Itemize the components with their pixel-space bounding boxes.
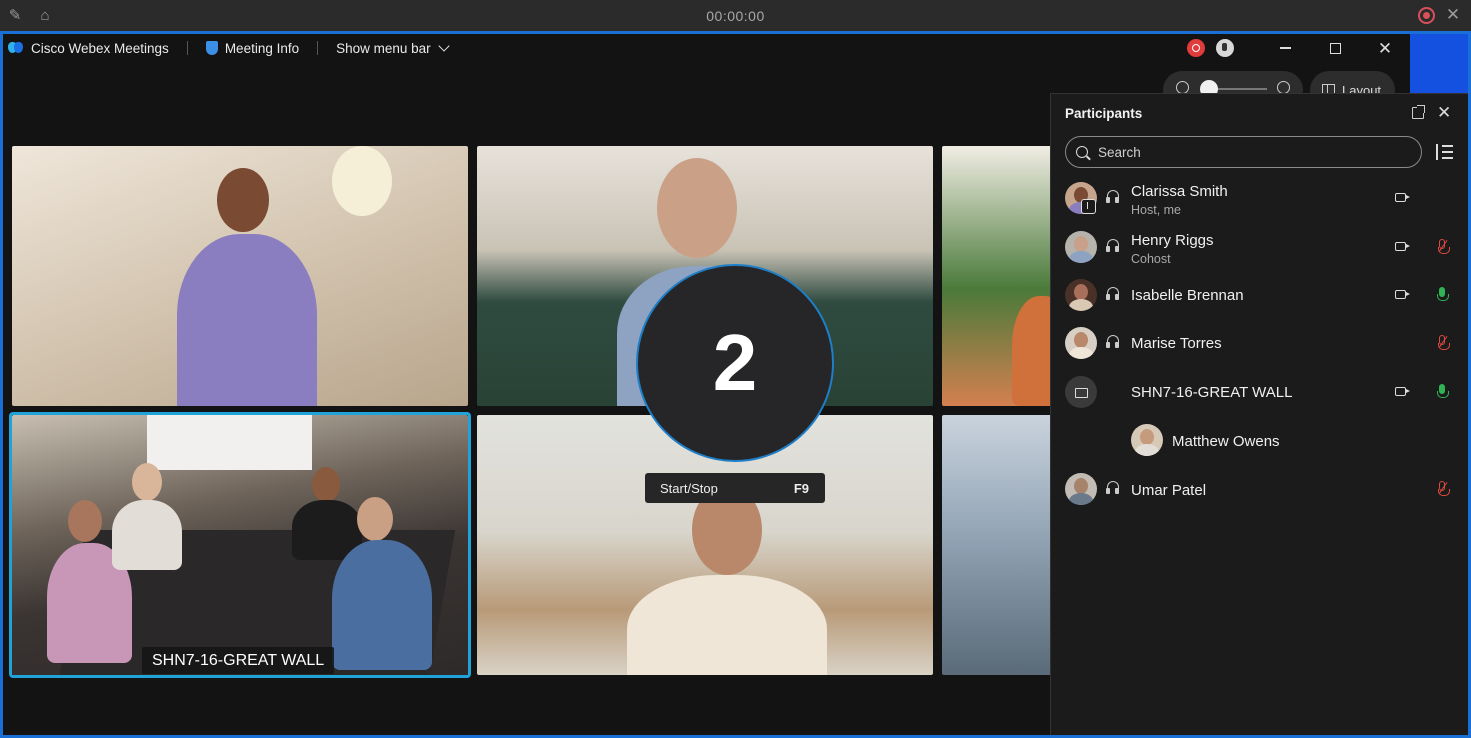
recorder-toolbar: ✎ ⌂ 00:00:00 ✕ [0, 0, 1471, 32]
recording-timer: 00:00:00 [706, 8, 765, 24]
camera-icon [1395, 242, 1410, 251]
participant-role: Cohost [1131, 252, 1171, 266]
participant-name: SHN7-16-GREAT WALL [1131, 384, 1293, 401]
avatar [1065, 473, 1097, 505]
tooltip-label: Start/Stop [660, 480, 718, 496]
sort-icon[interactable] [1435, 144, 1453, 160]
participant-body [177, 234, 317, 406]
participant-row[interactable]: Henry Riggs Cohost [1051, 224, 1469, 270]
participant-name: Umar Patel [1131, 482, 1207, 499]
show-menu-bar-label: Show menu bar [336, 40, 431, 56]
pop-out-icon[interactable] [1412, 105, 1425, 119]
panel-close-icon[interactable]: ✕ [1437, 103, 1451, 123]
shield-icon [205, 41, 218, 55]
webex-logo-icon [8, 41, 24, 55]
close-icon: ✕ [1377, 38, 1393, 58]
meeting-info-label: Meeting Info [224, 40, 300, 56]
participant-search[interactable] [1065, 136, 1422, 168]
participants-panel: Participants ✕ Clarissa Smith Host, me H… [1050, 93, 1468, 735]
video-device-icon [1065, 376, 1097, 408]
window-controls: ✕ [1187, 34, 1410, 62]
participant-name: Marise Torres [1131, 335, 1222, 352]
headset-icon [1106, 335, 1120, 349]
participant-name: Isabelle Brennan [1131, 287, 1244, 304]
meeting-info-button[interactable]: Meeting Info [205, 40, 300, 56]
participant-face [657, 158, 737, 258]
participant-name: Henry Riggs [1131, 232, 1214, 249]
mic-on-icon[interactable] [1437, 384, 1449, 398]
recorder-close-icon[interactable]: ✕ [1443, 5, 1463, 25]
avatar [1065, 231, 1097, 263]
maximize-button[interactable] [1310, 34, 1360, 62]
close-button[interactable]: ✕ [1360, 34, 1410, 62]
participant-name: Matthew Owens [1172, 433, 1280, 450]
mic-muted-icon[interactable] [1438, 335, 1450, 350]
camera-icon [1395, 193, 1410, 202]
mic-muted-icon[interactable] [1438, 239, 1450, 254]
video-tile[interactable] [942, 415, 1052, 675]
video-tile[interactable] [942, 146, 1052, 406]
avatar [1131, 424, 1163, 456]
participant-body [1012, 296, 1052, 406]
participant-row[interactable]: Matthew Owens [1051, 417, 1469, 463]
participant-row[interactable]: Umar Patel [1051, 466, 1469, 512]
camera-icon [1395, 290, 1410, 299]
show-menu-bar-button[interactable]: Show menu bar [336, 40, 450, 56]
chevron-down-icon [438, 40, 450, 52]
participant-row[interactable]: SHN7-16-GREAT WALL [1051, 369, 1469, 415]
minimize-icon [1279, 47, 1291, 49]
divider [317, 41, 319, 55]
lamp-decor [332, 146, 392, 216]
headset-icon [1106, 190, 1120, 204]
headset-icon [1106, 239, 1120, 253]
headset-icon [1106, 287, 1120, 301]
participant-row[interactable]: Clarissa Smith Host, me [1051, 175, 1469, 221]
mic-muted-icon[interactable] [1438, 481, 1450, 496]
app-title: Cisco Webex Meetings [8, 41, 169, 56]
record-icon[interactable] [1418, 7, 1435, 24]
search-icon [1076, 146, 1088, 158]
participant-row[interactable]: Marise Torres [1051, 320, 1469, 366]
app-name: Cisco Webex Meetings [31, 40, 169, 56]
tile-name-label: SHN7-16-GREAT WALL [142, 647, 335, 674]
video-tile[interactable] [12, 146, 468, 406]
avatar [1065, 327, 1097, 359]
tooltip-shortcut: F9 [793, 480, 809, 496]
participant-row[interactable]: Isabelle Brennan [1051, 272, 1469, 318]
minimize-button[interactable] [1260, 34, 1310, 62]
lock-meeting-icon[interactable] [1216, 39, 1234, 57]
participant-name: Clarissa Smith [1131, 183, 1228, 200]
recording-countdown: 2 [636, 264, 834, 462]
panel-title: Participants [1065, 106, 1143, 121]
participant-face [217, 168, 269, 232]
active-speaker-highlight [9, 412, 471, 678]
divider [186, 41, 188, 55]
participant-role: Host, me [1131, 203, 1182, 217]
desktop-background [1410, 34, 1468, 94]
avatar [1065, 279, 1097, 311]
headset-icon [1106, 481, 1120, 495]
title-bar: Cisco Webex Meetings Meeting Info Show m… [3, 34, 1410, 62]
share-screen-icon [1081, 199, 1096, 214]
maximize-icon [1329, 42, 1341, 54]
mic-on-icon[interactable] [1437, 287, 1449, 301]
camera-icon [1395, 387, 1410, 396]
participant-body [627, 575, 827, 675]
start-stop-tooltip: Start/Stop F9 [645, 473, 825, 503]
recording-indicator-icon[interactable] [1187, 39, 1205, 57]
search-input[interactable] [1098, 144, 1398, 160]
